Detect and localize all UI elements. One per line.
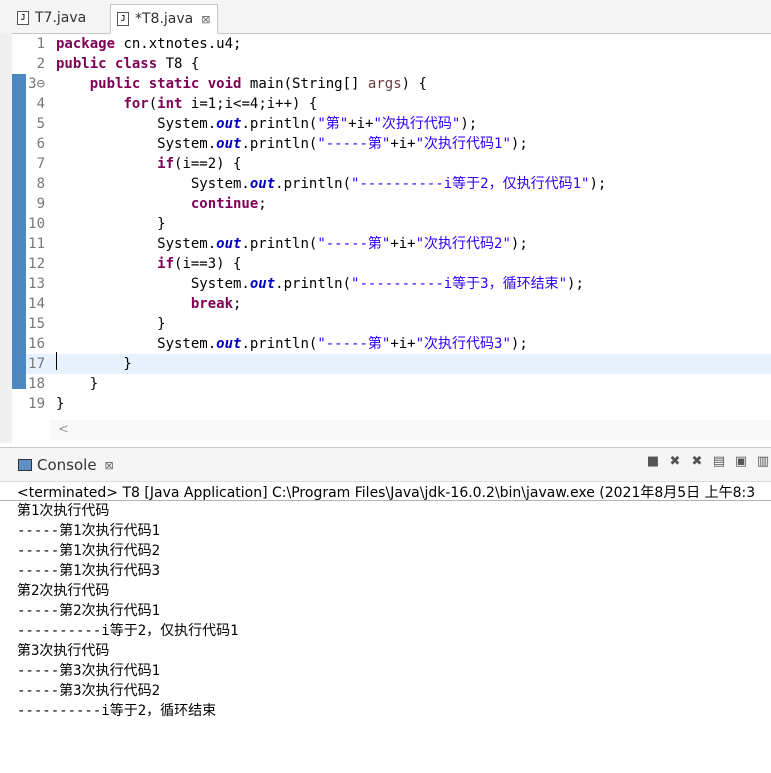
console-icon [18, 459, 32, 471]
code-editor[interactable]: J T7.java J *T8.java ⊠ 1 package cn.xtnot… [0, 0, 771, 444]
line-number: 17 [28, 356, 45, 372]
line-number: 12 [28, 256, 45, 272]
line-number: 15 [28, 316, 45, 332]
code-text: } [56, 216, 166, 232]
editor-tab-bar: J T7.java J *T8.java ⊠ [0, 0, 771, 34]
line-number: 18 [28, 376, 45, 392]
scroll-lock-icon[interactable]: ▤ [711, 454, 727, 470]
code-text: break; [190, 296, 242, 312]
line-number: 4 [36, 96, 45, 112]
code-text: if(i==2) { [157, 156, 242, 172]
line-number: 16 [28, 336, 45, 352]
java-file-icon: J [117, 12, 129, 26]
scroll-left-icon[interactable]: < [58, 420, 69, 440]
divider [0, 500, 771, 501]
code-text: for(int i=1;i<=4;i++) { [123, 96, 318, 112]
line-number: 11 [28, 236, 45, 252]
console-toolbar: ■ ✖ ✖ ▤ ▣ ▥ [645, 454, 771, 470]
code-text: continue; [190, 196, 267, 212]
code-text: if(i==3) { [157, 256, 242, 272]
horizontal-scrollbar[interactable]: < [50, 420, 771, 440]
left-ruler [0, 33, 12, 443]
line-number: 19 [28, 396, 45, 412]
stop-icon[interactable]: ■ [645, 454, 661, 470]
code-text: System.out.println("-----第"+i+"次执行代码1"); [56, 136, 528, 152]
code-text: System.out.println("第"+i+"次执行代码"); [56, 116, 478, 132]
line-number: 2 [36, 56, 45, 72]
console-output-line: -----第1次执行代码1 [17, 523, 161, 539]
remove-launch-icon[interactable]: ✖ [667, 454, 683, 470]
line-number: 13 [28, 276, 45, 292]
tab-t7-java[interactable]: J T7.java [12, 4, 108, 32]
code-text: System.out.println("-----第"+i+"次执行代码2"); [56, 236, 528, 252]
console-output-line: 第1次执行代码 [17, 503, 110, 519]
console-output-line: -----第3次执行代码2 [17, 683, 161, 699]
text-caret [56, 352, 57, 370]
console-output-line: ----------i等于2，仅执行代码1 [17, 623, 239, 639]
display-selected-icon[interactable]: ▥ [755, 454, 771, 470]
close-icon[interactable]: ⊠ [105, 459, 114, 472]
line-number: 7 [36, 156, 45, 172]
change-marker-bar [12, 74, 26, 389]
console-output-line: -----第1次执行代码3 [17, 563, 161, 579]
tab-console[interactable]: Console ⊠ [18, 456, 114, 474]
console-output-line: -----第3次执行代码1 [17, 663, 161, 679]
line-number: 10 [28, 216, 45, 232]
java-file-icon: J [17, 11, 29, 25]
code-line[interactable]: 17 } [26, 354, 771, 374]
line-number: 8 [36, 176, 45, 192]
console-output-line: -----第2次执行代码1 [17, 603, 161, 619]
code-text: public static void main(String[] args) { [89, 76, 427, 92]
line-number: 5 [36, 116, 45, 132]
line-number: 9 [36, 196, 45, 212]
code-text: } [56, 376, 99, 392]
code-text: System.out.println("----------i等于3，循环结束"… [56, 276, 584, 292]
code-text: package cn.xtnotes.u4; [56, 36, 242, 52]
code-text: } [56, 356, 132, 372]
line-number: 1 [36, 36, 45, 52]
console-header: Console ⊠ ■ ✖ ✖ ▤ ▣ ▥ [0, 447, 771, 482]
console-output-line: ----------i等于2，循环结束 [17, 703, 217, 719]
console-output-line: 第3次执行代码 [17, 643, 110, 659]
tab-label: *T8.java [135, 11, 194, 27]
code-text: } [56, 316, 166, 332]
console-status-line: <terminated> T8 [Java Application] C:\Pr… [17, 485, 756, 501]
code-text: System.out.println("----------i等于2，仅执行代码… [56, 176, 607, 192]
console-output-line: 第2次执行代码 [17, 583, 110, 599]
line-number: 6 [36, 136, 45, 152]
tab-t8-java[interactable]: J *T8.java ⊠ [110, 4, 218, 34]
close-icon[interactable]: ⊠ [201, 13, 210, 26]
pin-icon[interactable]: ▣ [733, 454, 749, 470]
line-number: 3⊖ [28, 76, 45, 92]
line-number: 14 [28, 296, 45, 312]
code-text: System.out.println("-----第"+i+"次执行代码3"); [56, 336, 528, 352]
tab-label: T7.java [35, 10, 87, 26]
code-text: public class T8 { [56, 56, 200, 72]
console-output-line: -----第1次执行代码2 [17, 543, 161, 559]
remove-all-icon[interactable]: ✖ [689, 454, 705, 470]
code-text: } [56, 396, 65, 412]
console-title: Console [37, 456, 97, 474]
